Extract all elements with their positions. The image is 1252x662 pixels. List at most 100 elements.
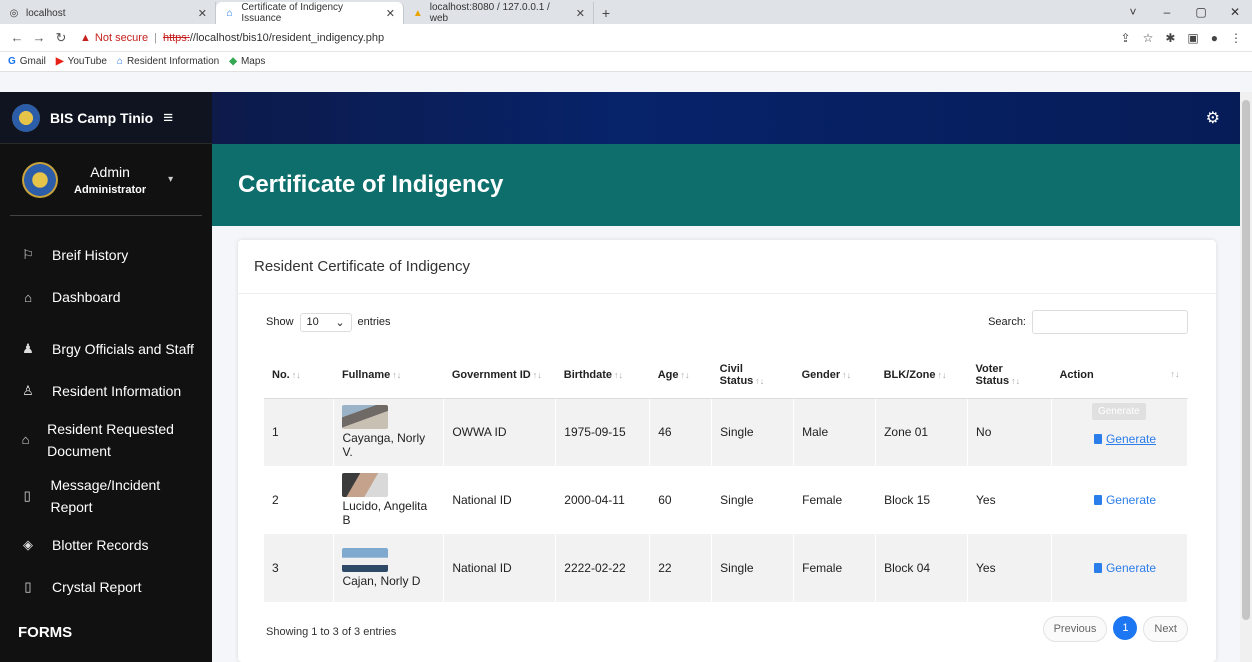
star-icon[interactable]: ☆ bbox=[1143, 31, 1154, 45]
bookmarks-bar: G Gmail ▶ YouTube ⌂ Resident Information… bbox=[0, 52, 1252, 72]
generate-link[interactable]: Generate bbox=[1093, 492, 1157, 507]
gear-icon[interactable]: ⚙ bbox=[1206, 108, 1220, 128]
maximize-button[interactable]: ▢ bbox=[1184, 5, 1218, 19]
fullname-text: Lucido, Angelita B bbox=[342, 499, 428, 527]
cell-gender: Female bbox=[793, 466, 877, 534]
cell-birthdate: 2222-02-22 bbox=[555, 534, 651, 602]
reload-icon[interactable]: ↻ bbox=[50, 30, 72, 46]
page-header: Certificate of Indigency bbox=[212, 144, 1240, 226]
scroll-thumb[interactable] bbox=[1242, 100, 1250, 620]
share-icon[interactable]: ⇪ bbox=[1121, 31, 1131, 45]
sort-icon: ↑↓ bbox=[937, 369, 947, 380]
hamburger-menu-icon[interactable]: ≡ bbox=[163, 108, 173, 128]
search-input[interactable] bbox=[1032, 310, 1188, 334]
column-header-gender[interactable]: Gender ↑↓ bbox=[793, 352, 876, 399]
browser-actions: ⇪ ☆ ✱ ▣ ● ⋮ bbox=[1121, 31, 1246, 45]
phpmyadmin-icon: ▲ bbox=[412, 7, 423, 19]
generate-label: Generate bbox=[1105, 431, 1157, 446]
page-1-button[interactable]: 1 bbox=[1113, 616, 1138, 640]
tab-search-button[interactable]: ˅ bbox=[1116, 5, 1150, 19]
tab-title: Certificate of Indigency Issuance bbox=[241, 2, 344, 24]
globe-icon: ◎ bbox=[9, 7, 19, 19]
column-header-fullname[interactable]: Fullname ↑↓ bbox=[333, 352, 444, 399]
close-window-button[interactable]: ✕ bbox=[1218, 5, 1252, 19]
generate-link[interactable]: Generate bbox=[1093, 431, 1157, 446]
sort-icon: ↑↓ bbox=[1011, 375, 1021, 386]
browser-tab-certificate[interactable]: ⌂ Certificate of Indigency Issuance ✕ bbox=[216, 2, 404, 24]
sort-icon: ↑↓ bbox=[392, 369, 402, 380]
profile-icon[interactable]: ● bbox=[1211, 31, 1218, 45]
url-field[interactable]: ▲ Not secure | https: //localhost/bis10/… bbox=[80, 32, 384, 44]
cell-fullname: Lucido, Angelita B bbox=[333, 466, 445, 534]
cell-government-id: National ID bbox=[443, 466, 557, 534]
cell-birthdate: 1975-09-15 bbox=[555, 398, 651, 466]
sidebar-item-breif-history[interactable]: ⚐ Breif History bbox=[0, 234, 212, 276]
generate-link[interactable]: Generate bbox=[1093, 561, 1156, 575]
user-name: Admin bbox=[90, 163, 130, 180]
page-scrollbar[interactable] bbox=[1240, 92, 1252, 662]
sidebar-item-officials[interactable]: ♟ Brgy Officials and Staff bbox=[0, 328, 212, 370]
fullname-text: Cayanga, Norly V. bbox=[342, 431, 426, 460]
browser-tab-bar: ◎ localhost ✕ ⌂ Certificate of Indigency… bbox=[0, 0, 1252, 24]
bookmark-label: Gmail bbox=[19, 56, 46, 67]
table-info: Showing 1 to 3 of 3 entries bbox=[266, 626, 397, 638]
file-icon bbox=[1093, 562, 1102, 573]
generate-label: Generate bbox=[1105, 492, 1157, 507]
next-page-button[interactable]: Next bbox=[1143, 616, 1188, 642]
close-icon[interactable]: ✕ bbox=[568, 7, 585, 20]
forward-arrow-icon[interactable]: → bbox=[28, 30, 50, 45]
sidebar-item-label: Brgy Officials and Staff bbox=[52, 341, 194, 357]
close-icon[interactable]: ✕ bbox=[378, 7, 395, 20]
column-header-civil-status[interactable]: Civil Status ↑↓ bbox=[711, 352, 794, 399]
column-header-voter-status[interactable]: Voter Status ↑↓ bbox=[967, 352, 1052, 399]
new-tab-button[interactable]: + bbox=[594, 2, 618, 24]
file-icon: ▯ bbox=[23, 488, 31, 503]
warning-icon: ▲ bbox=[80, 31, 91, 44]
resident-photo bbox=[342, 405, 389, 430]
close-icon[interactable]: ✕ bbox=[190, 7, 207, 20]
column-header-no[interactable]: No. ↑↓ bbox=[264, 352, 334, 399]
menu-dots-icon[interactable]: ⋮ bbox=[1230, 31, 1242, 45]
home-icon: ⌂ bbox=[24, 289, 32, 305]
column-header-blk-zone[interactable]: BLK/Zone ↑↓ bbox=[875, 352, 968, 399]
column-header-government-id[interactable]: Government ID ↑↓ bbox=[443, 352, 556, 399]
sidebar-item-crystal-report[interactable]: ▯ Crystal Report bbox=[0, 566, 212, 608]
table-row: 3 Cajan, Norly D National ID 2222-02-22 … bbox=[264, 534, 1189, 602]
bookmark-youtube[interactable]: ▶ YouTube bbox=[56, 56, 107, 67]
column-header-age[interactable]: Age ↑↓ bbox=[649, 352, 712, 399]
sidebar-item-label: Dashboard bbox=[52, 289, 121, 305]
sort-icon: ↑↓ bbox=[1170, 368, 1180, 379]
minimize-button[interactable]: – bbox=[1150, 5, 1184, 19]
bookmark-resident-information[interactable]: ⌂ Resident Information bbox=[117, 56, 219, 67]
column-header-action[interactable]: Action ↑↓ bbox=[1051, 352, 1188, 399]
user-panel[interactable]: Admin Administrator ▾ bbox=[10, 144, 202, 216]
extensions-icon[interactable]: ✱ bbox=[1165, 31, 1175, 45]
previous-page-button[interactable]: Previous bbox=[1042, 616, 1108, 642]
browser-tab-phpmyadmin[interactable]: ▲ localhost:8080 / 127.0.0.1 / web ✕ bbox=[404, 2, 594, 24]
cell-zone: Block 04 bbox=[875, 534, 969, 602]
caret-down-icon[interactable]: ▾ bbox=[168, 174, 173, 185]
sidebar-item-blotter-records[interactable]: ◈ Blotter Records bbox=[0, 524, 212, 566]
entries-select[interactable]: 10 ⌄ bbox=[299, 312, 352, 332]
cell-age: 22 bbox=[649, 534, 713, 602]
user-search-icon: ♙ bbox=[22, 383, 34, 398]
bookmark-maps[interactable]: ◆ Maps bbox=[229, 56, 265, 67]
cell-action: Generate bbox=[1051, 534, 1189, 602]
gmail-icon: G bbox=[8, 56, 16, 67]
sidebar: BIS Camp Tinio ≡ Admin Administrator ▾ ⚐… bbox=[0, 92, 212, 662]
sidebar-item-requested-document[interactable]: ⌂ Resident Requested Document bbox=[0, 412, 212, 468]
sidebar-item-resident-information[interactable]: ♙ Resident Information bbox=[0, 370, 212, 412]
address-bar: ← → ↻ ▲ Not secure | https: //localhost/… bbox=[0, 24, 1252, 52]
bookmark-label: YouTube bbox=[67, 56, 107, 67]
browser-tab-localhost[interactable]: ◎ localhost ✕ bbox=[0, 2, 216, 24]
back-arrow-icon[interactable]: ← bbox=[6, 30, 28, 45]
column-header-birthdate[interactable]: Birthdate ↑↓ bbox=[555, 352, 650, 399]
page-title: Certificate of Indigency bbox=[238, 171, 504, 198]
sidepanel-icon[interactable]: ▣ bbox=[1187, 31, 1198, 45]
bookmark-gmail[interactable]: G Gmail bbox=[8, 56, 46, 67]
sort-icon: ↑↓ bbox=[614, 369, 624, 380]
cell-action: Generate bbox=[1051, 466, 1189, 534]
sidebar-item-dashboard[interactable]: ⌂ Dashboard bbox=[0, 276, 212, 318]
brand-name: BIS Camp Tinio bbox=[50, 109, 154, 126]
sidebar-item-message-report[interactable]: ▯ Message/Incident Report bbox=[0, 468, 212, 524]
